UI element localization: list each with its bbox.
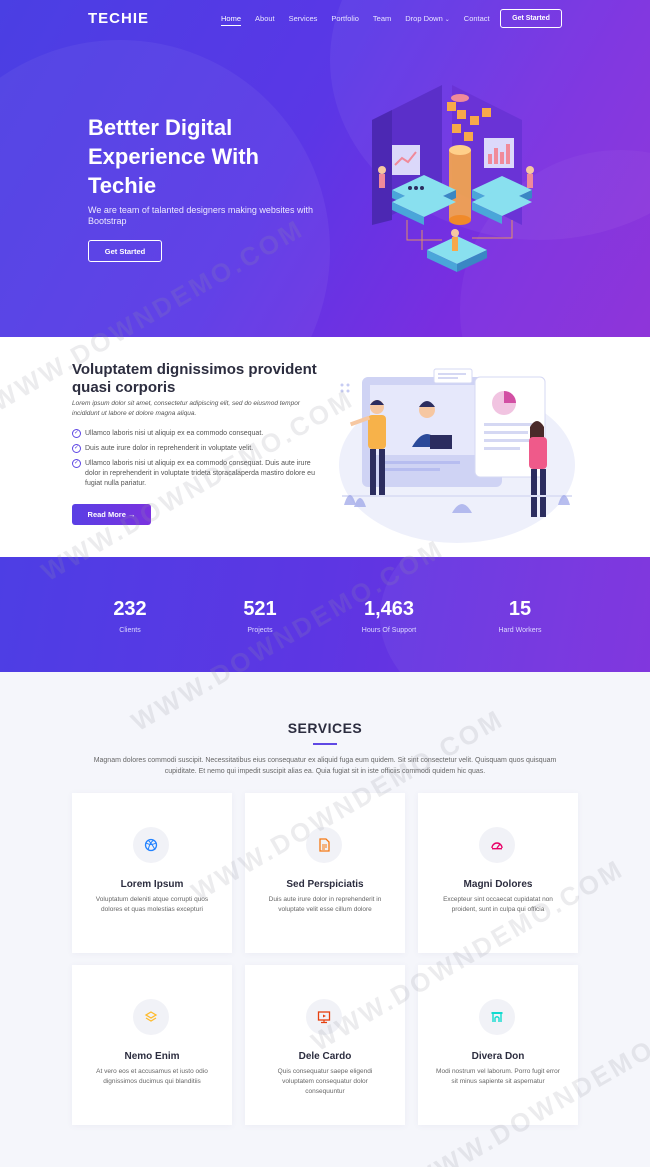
read-more-label: Read More (87, 510, 126, 519)
services-title: SERVICES (287, 720, 363, 736)
arrow-right-icon: → (127, 510, 136, 519)
count-projects: 521 Projects (210, 597, 310, 634)
hero-isometric-illustration (372, 85, 534, 272)
service-title: Nemo Enim (124, 1051, 180, 1062)
count-hard-workers: 15 Hard Workers (470, 597, 570, 634)
list-item-text: Duis aute irure dolor in reprehenderit i… (85, 445, 254, 452)
site-logo[interactable]: TECHIE (88, 10, 149, 27)
services-intro: Magnam dolores commodi suscipit. Necessi… (93, 757, 557, 775)
count-value: 521 (243, 598, 277, 620)
count-hours-support: 1,463 Hours Of Support (339, 597, 439, 634)
list-item-text: Ullamco laboris nisi ut aliquip ex ea co… (85, 460, 315, 487)
service-description: Excepteur sint occaecat cupidatat non pr… (443, 896, 553, 913)
count-label: Hours Of Support (361, 627, 417, 634)
service-card[interactable]: Divera Don Modi nostrum vel laborum. Por… (418, 965, 578, 1125)
check-circle-icon: ✓ (72, 429, 81, 438)
hero-title: Bettter Digital Experience With Techie (88, 115, 259, 198)
nav-item-portfolio[interactable]: Portfolio (331, 14, 359, 26)
check-circle-icon: ✓ (72, 444, 81, 453)
nav-item-about[interactable]: About (255, 14, 275, 26)
list-item: ✓ Ullamco laboris nisi ut aliquip ex ea c… (72, 459, 322, 489)
title-underline (313, 743, 337, 745)
service-description: Voluptatum deleniti atque corrupti quos … (95, 896, 209, 913)
service-description: Quis consequatur saepe eligendi voluptat… (277, 1068, 373, 1095)
service-description: At vero eos et accusamus et iusto odio d… (96, 1068, 208, 1085)
check-circle-icon: ✓ (72, 459, 81, 468)
video-call-illustration (339, 368, 575, 543)
service-card[interactable]: Sed Perspiciatis Duis aute irure dolor i… (245, 793, 405, 953)
service-title: Divera Don (471, 1051, 525, 1062)
hero-get-started-button[interactable]: Get Started (88, 240, 162, 262)
count-label: Hard Workers (498, 627, 542, 634)
service-title: Lorem Ipsum (120, 879, 184, 890)
count-clients: 232 Clients (80, 597, 180, 634)
service-title: Magni Dolores (463, 879, 533, 890)
navbar: TECHIE Home About Services Portfolio Tea… (0, 0, 650, 36)
count-value: 1,463 (363, 598, 415, 620)
nav-item-dropdown[interactable]: Drop Down ⌄ (405, 14, 450, 26)
service-card[interactable]: Lorem Ipsum Voluptatum deleniti atque co… (72, 793, 232, 953)
service-description: Duis aute irure dolor in reprehenderit i… (268, 896, 382, 913)
layer-icon (133, 999, 169, 1035)
dribbble-icon (133, 827, 169, 863)
arch-icon (479, 999, 515, 1035)
nav-item-dropdown-label: Drop Down (405, 14, 443, 23)
service-card[interactable]: Nemo Enim At vero eos et accusamus et iu… (72, 965, 232, 1125)
hero-section: TECHIE Home About Services Portfolio Tea… (0, 0, 650, 337)
slideshow-icon (306, 999, 342, 1035)
tachometer-icon (479, 827, 515, 863)
nav-menu: Home About Services Portfolio Team Drop … (221, 14, 504, 26)
count-label: Projects (247, 627, 273, 634)
file-icon (306, 827, 342, 863)
hero-subtitle: We are team of talanted designers making… (88, 205, 313, 226)
list-item: ✓ Ullamco laboris nisi ut aliquip ex ea c… (72, 429, 322, 439)
service-card[interactable]: Magni Dolores Excepteur sint occaecat cu… (418, 793, 578, 953)
service-description: Modi nostrum vel laborum. Porro fugit er… (436, 1068, 560, 1085)
get-started-nav-button[interactable]: Get Started (500, 9, 562, 28)
about-section: Voluptatem dignissimos provident quasi c… (0, 337, 650, 557)
chevron-down-icon: ⌄ (444, 17, 450, 23)
about-checklist: ✓ Ullamco laboris nisi ut aliquip ex ea c… (72, 429, 322, 494)
count-value: 15 (508, 598, 532, 620)
nav-item-services[interactable]: Services (289, 14, 318, 26)
service-title: Dele Cardo (298, 1051, 352, 1062)
counts-section: 232 Clients 521 Projects 1,463 Hours Of … (0, 557, 650, 672)
about-title: Voluptatem dignissimos provident quasi c… (72, 361, 317, 396)
count-label: Clients (119, 627, 141, 634)
about-lead-text: Lorem ipsum dolor sit amet, consectetur … (72, 400, 300, 417)
services-section: SERVICES Magnam dolores commodi suscipit… (0, 672, 650, 1167)
nav-item-team[interactable]: Team (373, 14, 391, 26)
read-more-button[interactable]: Read More → (72, 504, 151, 525)
nav-item-contact[interactable]: Contact (464, 14, 490, 26)
list-item-text: Ullamco laboris nisi ut aliquip ex ea co… (85, 430, 264, 437)
count-value: 232 (113, 598, 147, 620)
nav-item-home[interactable]: Home (221, 14, 242, 26)
list-item: ✓ Duis aute irure dolor in reprehenderit … (72, 444, 322, 454)
service-card[interactable]: Dele Cardo Quis consequatur saepe eligen… (245, 965, 405, 1125)
service-title: Sed Perspiciatis (286, 879, 364, 890)
